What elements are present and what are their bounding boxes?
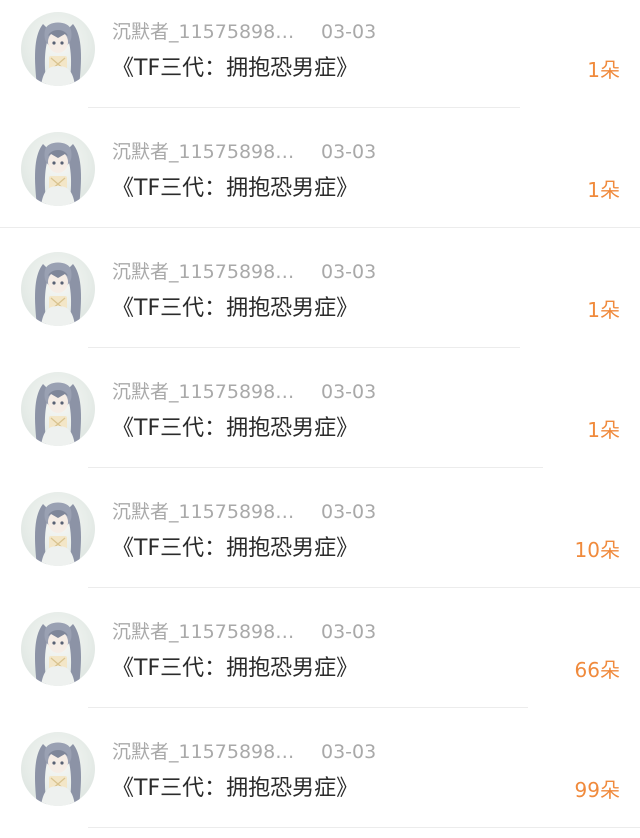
meta-line: 沉默者_11575898… 03-03 bbox=[112, 738, 376, 766]
timestamp: 03-03 bbox=[321, 21, 377, 43]
list-item[interactable]: 沉默者_11575898… 03-03 《TF三代：拥抱恐男症》 1朵 bbox=[0, 360, 640, 478]
timestamp: 03-03 bbox=[321, 141, 377, 163]
username[interactable]: 沉默者_11575898… bbox=[112, 258, 294, 286]
divider bbox=[88, 827, 640, 828]
timestamp: 03-03 bbox=[321, 261, 377, 283]
avatar[interactable] bbox=[21, 732, 95, 806]
anime-girl-avatar-icon bbox=[35, 622, 81, 686]
gift-record-list: 沉默者_11575898… 03-03 《TF三代：拥抱恐男症》 1朵 沉默者_… bbox=[0, 0, 640, 838]
meta-line: 沉默者_11575898… 03-03 bbox=[112, 618, 376, 646]
list-item[interactable]: 沉默者_11575898… 03-03 《TF三代：拥抱恐男症》 1朵 bbox=[0, 120, 640, 238]
book-title[interactable]: 《TF三代：拥抱恐男症》 bbox=[112, 174, 358, 204]
flower-count: 1朵 bbox=[587, 298, 620, 322]
book-title[interactable]: 《TF三代：拥抱恐男症》 bbox=[112, 414, 358, 444]
flower-count: 66朵 bbox=[574, 658, 620, 682]
timestamp: 03-03 bbox=[321, 741, 377, 763]
timestamp: 03-03 bbox=[321, 621, 377, 643]
anime-girl-avatar-icon bbox=[35, 502, 81, 566]
timestamp: 03-03 bbox=[321, 501, 377, 523]
avatar[interactable] bbox=[21, 12, 95, 86]
divider bbox=[88, 467, 543, 468]
meta-line: 沉默者_11575898… 03-03 bbox=[112, 258, 376, 286]
anime-girl-avatar-icon bbox=[35, 382, 81, 446]
username[interactable]: 沉默者_11575898… bbox=[112, 498, 294, 526]
divider bbox=[0, 227, 640, 228]
list-item[interactable]: 沉默者_11575898… 03-03 《TF三代：拥抱恐男症》 10朵 bbox=[0, 480, 640, 598]
username[interactable]: 沉默者_11575898… bbox=[112, 138, 294, 166]
book-title[interactable]: 《TF三代：拥抱恐男症》 bbox=[112, 654, 358, 684]
divider bbox=[88, 707, 528, 708]
timestamp: 03-03 bbox=[321, 381, 377, 403]
avatar[interactable] bbox=[21, 492, 95, 566]
divider bbox=[88, 347, 520, 348]
avatar[interactable] bbox=[21, 612, 95, 686]
list-item[interactable]: 沉默者_11575898… 03-03 《TF三代：拥抱恐男症》 1朵 bbox=[0, 240, 640, 358]
divider bbox=[88, 107, 520, 108]
book-title[interactable]: 《TF三代：拥抱恐男症》 bbox=[112, 774, 358, 804]
list-item[interactable]: 沉默者_11575898… 03-03 《TF三代：拥抱恐男症》 66朵 bbox=[0, 600, 640, 718]
username[interactable]: 沉默者_11575898… bbox=[112, 18, 294, 46]
book-title[interactable]: 《TF三代：拥抱恐男症》 bbox=[112, 54, 358, 84]
avatar[interactable] bbox=[21, 132, 95, 206]
meta-line: 沉默者_11575898… 03-03 bbox=[112, 498, 376, 526]
anime-girl-avatar-icon bbox=[35, 142, 81, 206]
anime-girl-avatar-icon bbox=[35, 262, 81, 326]
divider bbox=[88, 587, 640, 588]
avatar[interactable] bbox=[21, 252, 95, 326]
username[interactable]: 沉默者_11575898… bbox=[112, 618, 294, 646]
anime-girl-avatar-icon bbox=[35, 22, 81, 86]
flower-count: 1朵 bbox=[587, 178, 620, 202]
list-item[interactable]: 沉默者_11575898… 03-03 《TF三代：拥抱恐男症》 99朵 bbox=[0, 720, 640, 838]
book-title[interactable]: 《TF三代：拥抱恐男症》 bbox=[112, 534, 358, 564]
book-title[interactable]: 《TF三代：拥抱恐男症》 bbox=[112, 294, 358, 324]
meta-line: 沉默者_11575898… 03-03 bbox=[112, 18, 376, 46]
meta-line: 沉默者_11575898… 03-03 bbox=[112, 138, 376, 166]
username[interactable]: 沉默者_11575898… bbox=[112, 738, 294, 766]
avatar[interactable] bbox=[21, 372, 95, 446]
flower-count: 1朵 bbox=[587, 58, 620, 82]
list-item[interactable]: 沉默者_11575898… 03-03 《TF三代：拥抱恐男症》 1朵 bbox=[0, 0, 640, 118]
flower-count: 10朵 bbox=[574, 538, 620, 562]
anime-girl-avatar-icon bbox=[35, 742, 81, 806]
flower-count: 99朵 bbox=[574, 778, 620, 802]
meta-line: 沉默者_11575898… 03-03 bbox=[112, 378, 376, 406]
username[interactable]: 沉默者_11575898… bbox=[112, 378, 294, 406]
flower-count: 1朵 bbox=[587, 418, 620, 442]
